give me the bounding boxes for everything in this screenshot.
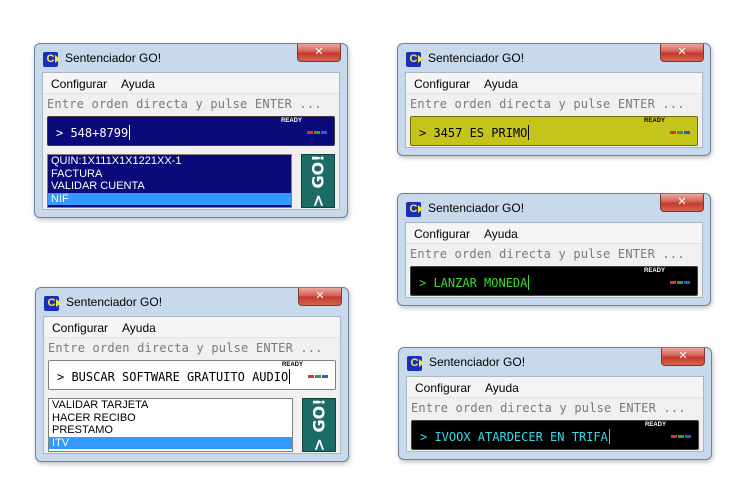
- command-input[interactable]: > 3457 ES PRIMO READY: [410, 116, 698, 146]
- text-caret: [289, 369, 291, 384]
- title-bar[interactable]: C Sentenciador GO! ✕: [36, 288, 348, 316]
- status-leds: [307, 365, 329, 378]
- window-title: Sentenciador GO!: [429, 355, 526, 369]
- close-button[interactable]: ✕: [297, 44, 341, 62]
- menu-ayuda[interactable]: Ayuda: [122, 321, 156, 335]
- list-item[interactable]: VALIDAR CUENTA: [48, 180, 291, 193]
- hint-text: Entre orden directa y pulse ENTER ...: [411, 401, 686, 415]
- window-title: Sentenciador GO!: [66, 295, 163, 309]
- menu-bar: Configurar Ayuda: [406, 223, 702, 244]
- hint-text: Entre orden directa y pulse ENTER ...: [410, 247, 685, 261]
- menu-bar: Configurar Ayuda: [407, 377, 703, 398]
- window-title: Sentenciador GO!: [428, 51, 525, 65]
- close-button[interactable]: ✕: [661, 348, 705, 366]
- text-caret: [528, 125, 530, 140]
- menu-ayuda[interactable]: Ayuda: [484, 77, 518, 91]
- command-input[interactable]: > LANZAR MONEDA READY: [410, 266, 698, 296]
- menu-bar: Configurar Ayuda: [406, 73, 702, 94]
- window-3: C Sentenciador GO! ✕ Configurar Ayuda En…: [397, 193, 711, 306]
- close-button[interactable]: ✕: [660, 194, 704, 212]
- command-text: > 548+8799: [56, 125, 131, 140]
- app-icon: C: [406, 52, 423, 67]
- window-5: C Sentenciador GO! ✕ Configurar Ayuda En…: [398, 347, 712, 460]
- menu-ayuda[interactable]: Ayuda: [485, 381, 519, 395]
- title-bar[interactable]: C Sentenciador GO! ✕: [399, 348, 711, 376]
- window-4: C Sentenciador GO! ✕ Configurar Ayuda En…: [35, 287, 349, 462]
- command-input[interactable]: > BUSCAR SOFTWARE GRATUITO AUDIO READY: [48, 360, 336, 390]
- client-area: Configurar Ayuda Entre orden directa y p…: [43, 316, 341, 454]
- list-item-selected[interactable]: ITV: [49, 436, 292, 449]
- command-input[interactable]: > 548+8799 READY: [47, 116, 335, 146]
- list-item[interactable]: PRESTAMO: [49, 424, 292, 437]
- hint-text: Entre orden directa y pulse ENTER ...: [48, 341, 323, 355]
- go-button[interactable]: > GO!: [302, 398, 336, 452]
- window-1: C Sentenciador GO! ✕ Configurar Ayuda En…: [34, 43, 348, 218]
- command-text: > LANZAR MONEDA: [419, 275, 530, 290]
- list-item[interactable]: HACER RECIBO: [49, 412, 292, 425]
- menu-configurar[interactable]: Configurar: [51, 77, 107, 91]
- ready-indicator: READY: [643, 268, 665, 274]
- command-text: > 3457 ES PRIMO: [419, 125, 530, 140]
- status-leds: [670, 425, 692, 438]
- go-label: > GO!: [309, 398, 329, 452]
- close-button[interactable]: ✕: [298, 288, 342, 306]
- ready-indicator: READY: [643, 118, 665, 124]
- text-caret: [129, 125, 131, 140]
- app-icon: C: [43, 52, 60, 67]
- title-bar[interactable]: C Sentenciador GO! ✕: [398, 194, 710, 222]
- menu-configurar[interactable]: Configurar: [415, 381, 471, 395]
- menu-ayuda[interactable]: Ayuda: [121, 77, 155, 91]
- ready-indicator: READY: [644, 422, 666, 428]
- client-area: Configurar Ayuda Entre orden directa y p…: [42, 72, 340, 210]
- app-icon: C: [407, 356, 424, 371]
- app-icon: C: [406, 202, 423, 217]
- ready-indicator: READY: [281, 362, 303, 368]
- command-text: > IVOOX ATARDECER EN TRIFA: [420, 429, 610, 444]
- text-caret: [608, 429, 610, 444]
- window-2: C Sentenciador GO! ✕ Configurar Ayuda En…: [397, 43, 711, 156]
- status-leds: [669, 121, 691, 134]
- title-bar[interactable]: C Sentenciador GO! ✕: [398, 44, 710, 72]
- client-area: Configurar Ayuda Entre orden directa y p…: [405, 72, 703, 148]
- text-caret: [528, 275, 530, 290]
- go-button[interactable]: > GO!: [301, 154, 335, 208]
- client-area: Configurar Ayuda Entre orden directa y p…: [405, 222, 703, 298]
- menu-bar: Configurar Ayuda: [44, 317, 340, 338]
- list-item[interactable]: VALIDAR TARJETA: [49, 399, 292, 412]
- menu-configurar[interactable]: Configurar: [52, 321, 108, 335]
- suggestion-list[interactable]: QUIN:1X111X1X1221XX-1 FACTURA VALIDAR CU…: [47, 154, 292, 208]
- status-leds: [669, 271, 691, 284]
- hint-text: Entre orden directa y pulse ENTER ...: [47, 97, 322, 111]
- client-area: Configurar Ayuda Entre orden directa y p…: [406, 376, 704, 452]
- list-item[interactable]: QUIN:1X111X1X1221XX-1: [48, 155, 291, 168]
- command-input[interactable]: > IVOOX ATARDECER EN TRIFA READY: [411, 420, 699, 450]
- suggestion-list[interactable]: VALIDAR TARJETA HACER RECIBO PRESTAMO IT…: [48, 398, 293, 452]
- list-item-selected[interactable]: NIF: [48, 192, 291, 205]
- menu-configurar[interactable]: Configurar: [414, 77, 470, 91]
- window-title: Sentenciador GO!: [428, 201, 525, 215]
- window-title: Sentenciador GO!: [65, 51, 162, 65]
- hint-text: Entre orden directa y pulse ENTER ...: [410, 97, 685, 111]
- app-icon: C: [44, 296, 61, 311]
- menu-ayuda[interactable]: Ayuda: [484, 227, 518, 241]
- menu-configurar[interactable]: Configurar: [414, 227, 470, 241]
- close-button[interactable]: ✕: [660, 44, 704, 62]
- title-bar[interactable]: C Sentenciador GO! ✕: [35, 44, 347, 72]
- ready-indicator: READY: [280, 118, 302, 124]
- menu-bar: Configurar Ayuda: [43, 73, 339, 94]
- status-leds: [306, 121, 328, 134]
- go-label: > GO!: [308, 154, 328, 208]
- command-text: > BUSCAR SOFTWARE GRATUITO AUDIO: [57, 369, 291, 384]
- list-item[interactable]: FACTURA: [48, 168, 291, 181]
